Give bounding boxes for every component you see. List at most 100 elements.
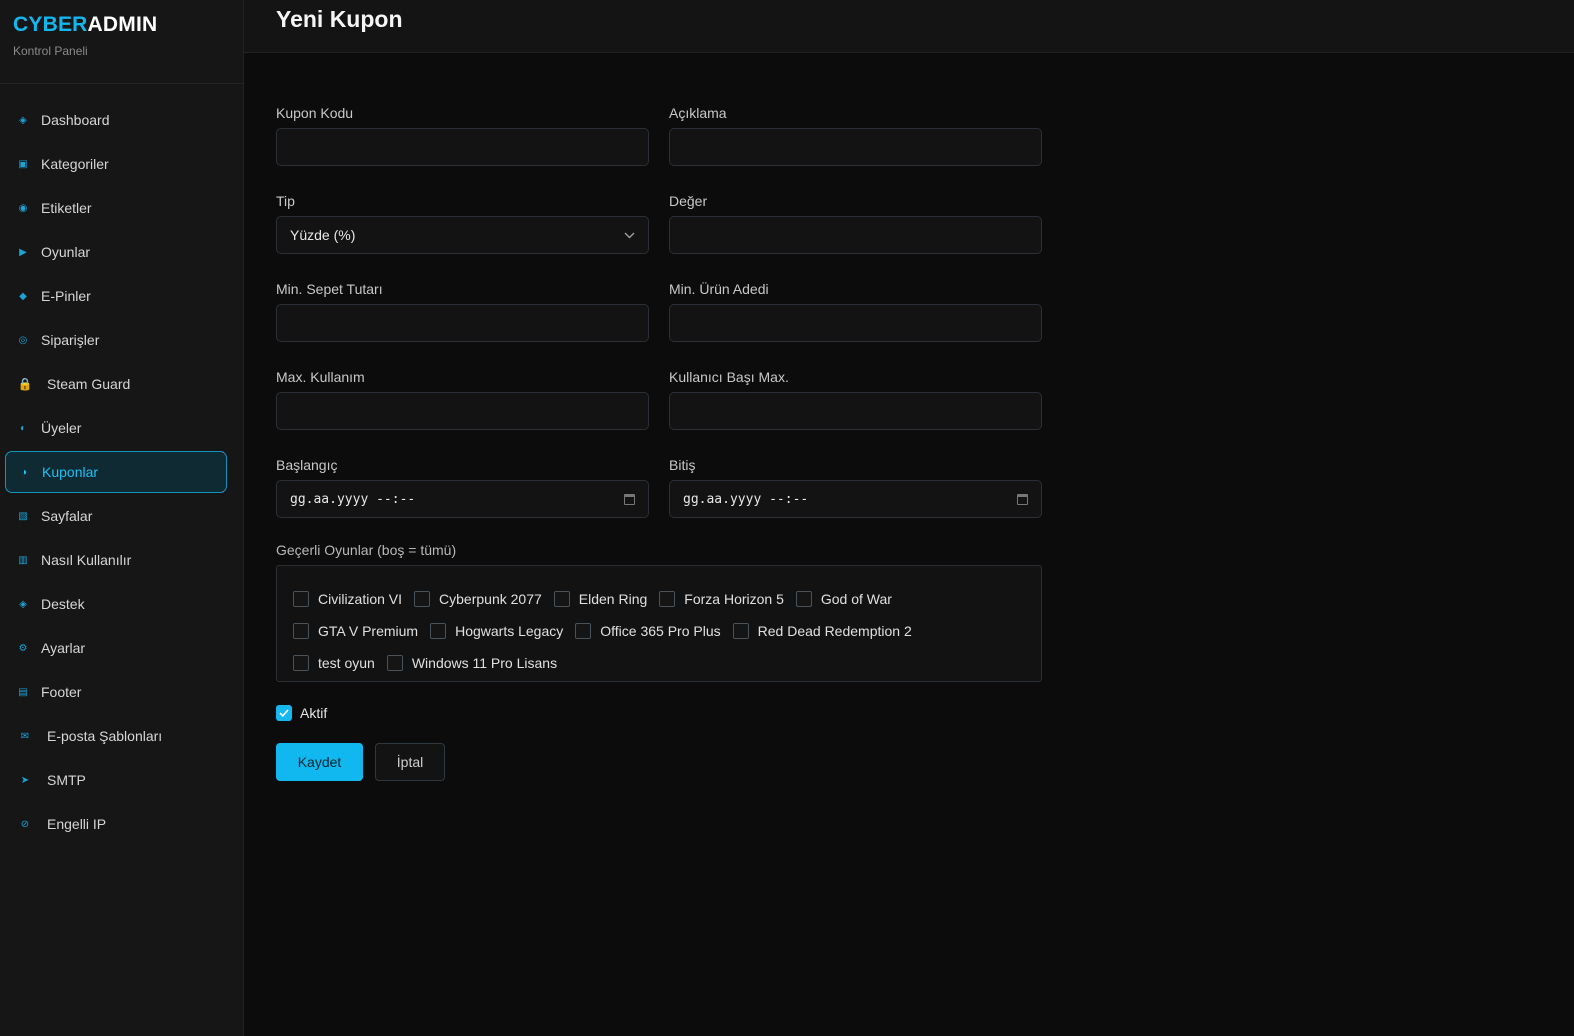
max-per-user-input[interactable] [683,393,1028,429]
sidebar-item-label: Steam Guard [47,376,131,392]
max-usage-label: Max. Kullanım [276,369,365,385]
calendar-icon[interactable] [1017,493,1028,505]
min-cart-input[interactable] [290,305,635,341]
sidebar: CYBERADMIN Kontrol Paneli ◈ Dashboard ▣ Kat… [0,0,244,1036]
save-button[interactable]: Kaydet [276,743,363,781]
page-title: Yeni Kupon [276,6,403,32]
sidebar-item-label: Dashboard [41,112,110,128]
sidebar-item-e-pinler[interactable]: ◆ E-Pinler [0,274,243,318]
cancel-button[interactable]: İptal [375,743,445,781]
sidebar-item-kategoriler[interactable]: ▣ Kategoriler [0,142,243,186]
game-checkbox-item[interactable]: God of War [795,591,892,607]
sidebar-item-etiketler[interactable]: ◉ Etiketler [0,186,243,230]
diamond-outline-icon: ◈ [19,114,27,126]
sidebar-item--yeler[interactable]: ◐ Üyeler [0,406,243,450]
sidebar-item-label: Sayfalar [41,508,93,524]
sidebar-item-sayfalar[interactable]: ▧ Sayfalar [0,494,243,538]
value-label: Değer [669,193,708,209]
sidebar-item-destek[interactable]: ◈ Destek [0,582,243,626]
game-label: GTA V Premium [318,623,419,639]
game-checkbox[interactable] [795,591,812,607]
logo[interactable]: CYBERADMIN [13,12,230,38]
value-input[interactable] [683,217,1028,253]
sidebar-item-ayarlar[interactable]: ⚙ Ayarlar [0,626,243,670]
square-icon: ▣ [18,158,28,170]
game-checkbox[interactable] [732,623,749,639]
coupon-code-field[interactable] [276,128,649,166]
game-label: Cyberpunk 2077 [439,591,542,607]
sidebar-item-engelli-ip[interactable]: ⊘ Engelli IP [0,802,243,846]
games-row: GTA V Premium Hogwarts Legacy Office 365 P… [293,615,1025,647]
value-field[interactable] [669,216,1042,254]
sidebar-item-label: Kategoriler [41,156,109,172]
sidebar-item-smtp[interactable]: ➤ SMTP [0,758,243,802]
min-cart-field[interactable] [276,304,649,342]
type-select[interactable]: Yüzde (%) [276,216,649,254]
game-label: Hogwarts Legacy [455,623,564,639]
game-checkbox-item[interactable]: Elden Ring [553,591,647,607]
sidebar-item-e-posta-ablonlar-[interactable]: ✉ E-posta Şablonları [0,714,243,758]
sidebar-item-oyunlar[interactable]: ▶ Oyunlar [0,230,243,274]
start-date-input[interactable]: gg.aa.yyyy --:-- [276,480,649,518]
min-items-label: Min. Ürün Adedi [669,281,769,297]
min-items-field[interactable] [669,304,1042,342]
game-checkbox-item[interactable]: Cyberpunk 2077 [414,591,542,607]
game-checkbox-item[interactable]: GTA V Premium [293,623,418,639]
sidebar-item-dashboard[interactable]: ◈ Dashboard [0,98,243,142]
end-date-input[interactable]: gg.aa.yyyy --:-- [669,480,1042,518]
game-checkbox-item[interactable]: Hogwarts Legacy [430,623,563,639]
game-checkbox-item[interactable]: Windows 11 Pro Lisans [386,655,557,671]
sidebar-item-sipari-ler[interactable]: ◎ Siparişler [0,318,243,362]
coupon-code-input[interactable] [290,129,635,165]
sidebar-item-nas-l-kullan-l-r[interactable]: ▥ Nasıl Kullanılır [0,538,243,582]
description-field[interactable] [669,128,1042,166]
max-usage-input[interactable] [290,393,635,429]
sidebar-item-label: SMTP [47,772,86,788]
gear-icon: ⚙ [18,642,28,654]
sidebar-item-label: Nasıl Kullanılır [41,552,132,568]
end-label: Bitiş [669,457,696,473]
type-label: Tip [276,193,295,209]
ring-icon: ◎ [18,334,28,346]
games-label: Geçerli Oyunlar (boş = tümü) [276,542,457,558]
game-checkbox[interactable] [430,623,447,639]
sidebar-item-steam-guard[interactable]: 🔒 Steam Guard [0,362,243,406]
game-checkbox[interactable] [293,623,309,639]
start-label: Başlangıç [276,457,338,473]
logo-cyber: CYBER [13,13,88,36]
coupon-code-label: Kupon Kodu [276,105,354,121]
list-square-icon: ▤ [18,686,28,698]
max-per-user-field[interactable] [669,392,1042,430]
game-checkbox[interactable] [659,591,676,607]
game-checkbox[interactable] [293,655,309,671]
min-items-input[interactable] [683,305,1028,341]
header: Yeni Kupon [244,0,1574,53]
diamond-icon: ◆ [19,290,27,302]
game-checkbox-item[interactable]: Red Dead Redemption 2 [732,623,912,639]
game-checkbox-item[interactable]: Office 365 Pro Plus [575,623,721,639]
active-toggle[interactable]: Aktif [276,705,1042,721]
game-checkbox[interactable] [575,623,592,639]
brand-subtitle: Kontrol Paneli [13,44,88,58]
game-checkbox-item[interactable]: Forza Horizon 5 [659,591,784,607]
game-checkbox-item[interactable]: test oyun [293,655,375,671]
game-checkbox[interactable] [386,655,403,671]
game-checkbox[interactable] [293,591,309,607]
description-input[interactable] [683,129,1028,165]
game-checkbox-item[interactable]: Civilization VI [293,591,402,607]
type-selected-value: Yüzde (%) [290,227,356,243]
game-checkbox[interactable] [414,591,431,607]
sidebar-item-kuponlar[interactable]: ◑ Kuponlar [5,451,227,493]
description-label: Açıklama [669,105,727,121]
sidebar-item-label: Oyunlar [41,244,91,260]
coupon-form: Kupon Kodu Açıklama Tip Yüzde (%) Değer … [276,105,1042,781]
games-checkbox-group: Civilization VI Cyberpunk 2077 Elden Ring F… [276,565,1042,682]
brand: CYBERADMIN Kontrol Paneli [0,0,243,84]
calendar-icon[interactable] [624,493,635,505]
sidebar-item-footer[interactable]: ▤ Footer [0,670,243,714]
grid-square-icon: ▥ [18,554,28,566]
max-usage-field[interactable] [276,392,649,430]
game-checkbox[interactable] [553,591,570,607]
active-checkbox[interactable] [276,705,292,721]
max-per-user-label: Kullanıcı Başı Max. [669,369,789,385]
